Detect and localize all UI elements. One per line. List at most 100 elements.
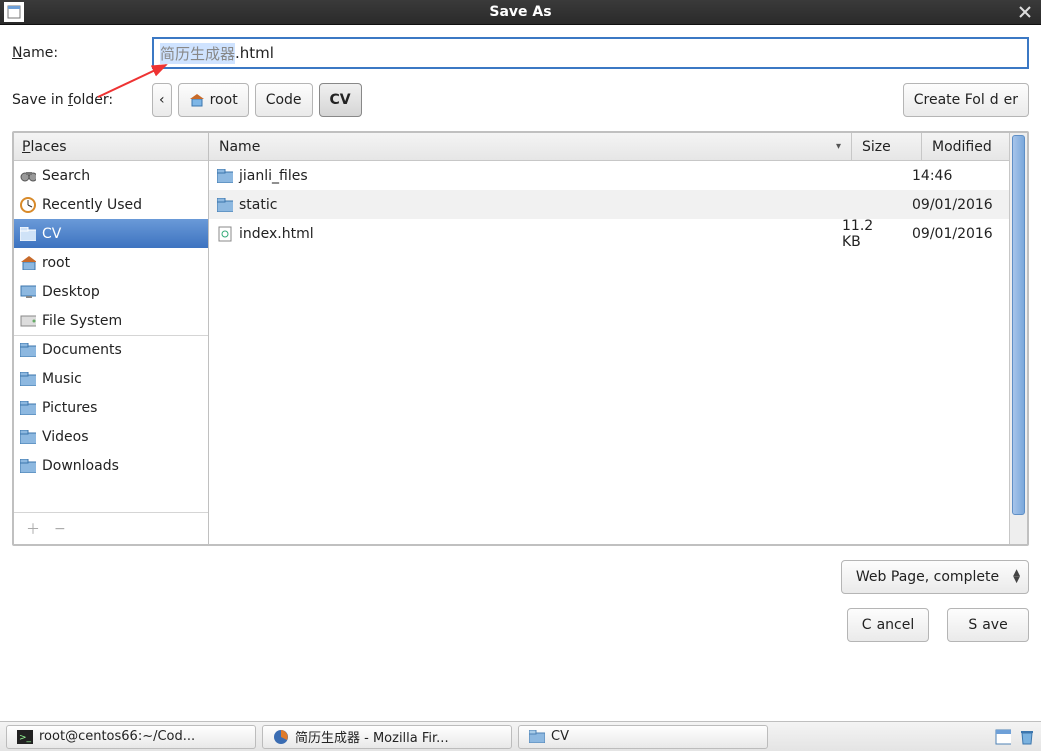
places-footer: ＋ − bbox=[14, 512, 208, 544]
close-icon[interactable] bbox=[1015, 2, 1035, 22]
places-item-label: Documents bbox=[42, 342, 122, 358]
file-list: jianli_files14:46static09/01/2016index.h… bbox=[209, 161, 1009, 544]
filetype-row: Web Page, complete ▲▼ bbox=[12, 560, 1029, 594]
filetype-select[interactable]: Web Page, complete ▲▼ bbox=[841, 560, 1029, 594]
scrollbar-thumb[interactable] bbox=[1012, 135, 1025, 515]
places-item-downloads[interactable]: Downloads bbox=[14, 451, 208, 480]
breadcrumb: ‹ root Code CV bbox=[152, 83, 362, 117]
folder-icon bbox=[20, 429, 36, 445]
sort-indicator-icon: ▾ bbox=[836, 141, 841, 152]
folder-icon bbox=[217, 197, 233, 213]
add-bookmark-icon[interactable]: ＋ bbox=[26, 519, 40, 539]
places-item-file-system[interactable]: File System bbox=[14, 306, 208, 335]
folder-icon bbox=[217, 168, 233, 184]
dialog-body: Name: 简历生成器.html Save in folder: ‹ root … bbox=[0, 25, 1041, 654]
taskbar-label: 简历生成器 - Mozilla Fir... bbox=[295, 727, 449, 746]
desktop-icon bbox=[20, 284, 36, 300]
save-button[interactable]: Save bbox=[947, 608, 1029, 642]
folder-label: Save in folder: bbox=[12, 92, 152, 108]
filename-input[interactable]: 简历生成器.html bbox=[152, 37, 1029, 69]
places-item-label: Search bbox=[42, 168, 90, 184]
places-item-cv[interactable]: CV bbox=[14, 219, 208, 248]
taskbar-item-firefox[interactable]: 简历生成器 - Mozilla Fir... bbox=[262, 725, 512, 749]
cancel-button[interactable]: Cancel bbox=[847, 608, 929, 642]
places-item-label: Downloads bbox=[42, 458, 119, 474]
file-row[interactable]: jianli_files 14:46 bbox=[209, 161, 1009, 190]
file-row[interactable]: index.html 11.2 KB09/01/2016 bbox=[209, 219, 1009, 248]
file-name: static bbox=[239, 197, 277, 213]
scrollbar[interactable] bbox=[1009, 133, 1027, 544]
disk-icon bbox=[20, 313, 36, 329]
file-name: index.html bbox=[239, 226, 314, 242]
file-row[interactable]: static 09/01/2016 bbox=[209, 190, 1009, 219]
titlebar: Save As bbox=[0, 0, 1041, 25]
binoculars-icon bbox=[20, 168, 36, 184]
places-list: Search Recently Used CV root Desktop File Sys… bbox=[14, 161, 208, 512]
breadcrumb-label: root bbox=[210, 92, 238, 108]
file-name: jianli_files bbox=[239, 168, 308, 184]
svg-text:>_: >_ bbox=[19, 733, 32, 743]
taskbar: >_ root@centos66:~/Cod... 简历生成器 - Mozill… bbox=[0, 721, 1041, 751]
places-item-label: Desktop bbox=[42, 284, 100, 300]
spinner-icon: ▲▼ bbox=[1013, 570, 1020, 584]
folder-row: Save in folder: ‹ root Code CV Create Fo… bbox=[12, 83, 1029, 117]
terminal-icon: >_ bbox=[17, 729, 33, 745]
places-item-label: Recently Used bbox=[42, 197, 142, 213]
action-row: Cancel Save bbox=[12, 608, 1029, 642]
file-browser: Places Search Recently Used CV root Desktop F… bbox=[12, 131, 1029, 546]
places-item-label: Videos bbox=[42, 429, 89, 445]
places-item-label: File System bbox=[42, 313, 122, 329]
folder-icon bbox=[20, 342, 36, 358]
places-item-label: Pictures bbox=[42, 400, 97, 416]
remove-bookmark-icon[interactable]: − bbox=[54, 521, 66, 537]
window-title: Save As bbox=[0, 4, 1041, 20]
breadcrumb-cv[interactable]: CV bbox=[319, 83, 362, 117]
create-folder-button[interactable]: Create Folder bbox=[903, 83, 1029, 117]
places-item-videos[interactable]: Videos bbox=[14, 422, 208, 451]
filetype-label: Web Page, complete bbox=[856, 569, 999, 585]
places-item-label: CV bbox=[42, 226, 61, 242]
tray-desktop-icon[interactable] bbox=[995, 729, 1011, 745]
file-modified: 09/01/2016 bbox=[904, 226, 1009, 242]
breadcrumb-label: Code bbox=[266, 92, 302, 108]
places-item-label: root bbox=[42, 255, 70, 271]
taskbar-item-cv[interactable]: CV bbox=[518, 725, 768, 749]
places-item-music[interactable]: Music bbox=[14, 364, 208, 393]
tray-trash-icon[interactable] bbox=[1019, 729, 1035, 745]
taskbar-item-terminal[interactable]: >_ root@centos66:~/Cod... bbox=[6, 725, 256, 749]
file-modified: 14:46 bbox=[904, 168, 1009, 184]
taskbar-label: CV bbox=[551, 729, 569, 744]
taskbar-label: root@centos66:~/Cod... bbox=[39, 729, 195, 744]
system-tray bbox=[995, 729, 1035, 745]
places-item-label: Music bbox=[42, 371, 82, 387]
home-icon bbox=[189, 92, 205, 108]
firefox-icon bbox=[273, 729, 289, 745]
breadcrumb-back-button[interactable]: ‹ bbox=[152, 83, 172, 117]
file-size: 11.2 KB bbox=[834, 218, 904, 250]
files-header: Name ▾ Size Modified bbox=[209, 133, 1027, 161]
name-row: Name: 简历生成器.html bbox=[12, 37, 1029, 69]
places-item-documents[interactable]: Documents bbox=[14, 335, 208, 364]
column-size[interactable]: Size bbox=[852, 133, 922, 160]
places-item-pictures[interactable]: Pictures bbox=[14, 393, 208, 422]
filename-selection: 简历生成器 bbox=[160, 43, 235, 64]
column-name[interactable]: Name ▾ bbox=[209, 133, 852, 160]
breadcrumb-code[interactable]: Code bbox=[255, 83, 313, 117]
places-item-recently-used[interactable]: Recently Used bbox=[14, 190, 208, 219]
folder-icon bbox=[20, 458, 36, 474]
recent-icon bbox=[20, 197, 36, 213]
file-modified: 09/01/2016 bbox=[904, 197, 1009, 213]
name-label: Name: bbox=[12, 45, 152, 61]
places-panel: Places Search Recently Used CV root Desktop F… bbox=[14, 133, 209, 544]
breadcrumb-label: CV bbox=[330, 92, 351, 108]
places-item-root[interactable]: root bbox=[14, 248, 208, 277]
places-item-search[interactable]: Search bbox=[14, 161, 208, 190]
folder-icon bbox=[20, 371, 36, 387]
places-item-desktop[interactable]: Desktop bbox=[14, 277, 208, 306]
places-header[interactable]: Places bbox=[14, 133, 208, 161]
home-icon bbox=[20, 255, 36, 271]
html-icon bbox=[217, 226, 233, 242]
filename-rest: .html bbox=[235, 44, 274, 62]
files-panel: Name ▾ Size Modified jianli_files 14:46 st… bbox=[209, 133, 1027, 544]
breadcrumb-root[interactable]: root bbox=[178, 83, 249, 117]
